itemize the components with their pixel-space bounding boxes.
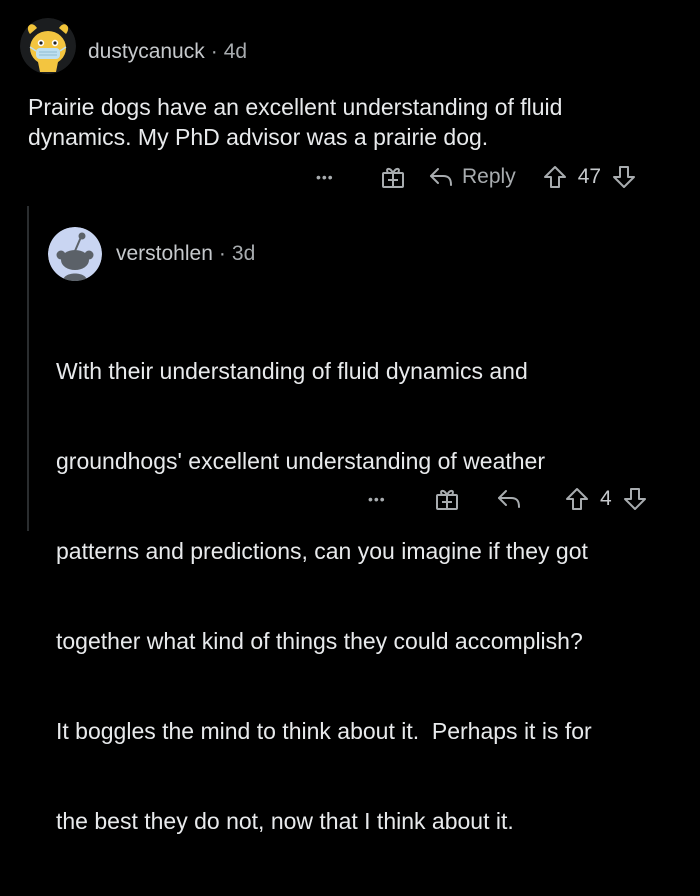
comment-meta: dustycanuck · 4d bbox=[88, 40, 247, 64]
more-options-button[interactable]: ••• bbox=[368, 491, 434, 507]
reply-arrow-icon bbox=[428, 166, 454, 188]
comment-body-line: together what kind of things they could … bbox=[56, 628, 583, 654]
comment-body-line: dynamics. My PhD advisor was a prairie d… bbox=[28, 124, 489, 150]
vote-count: 4 bbox=[600, 487, 612, 510]
avatar-dustycanuck[interactable] bbox=[20, 18, 76, 74]
comment-body-line: the best they do not, now that I think a… bbox=[56, 808, 514, 834]
thread-line[interactable] bbox=[27, 206, 29, 531]
downvote-arrow-icon[interactable] bbox=[622, 486, 648, 512]
more-options-button[interactable]: ••• bbox=[316, 169, 380, 185]
downvote-arrow-icon[interactable] bbox=[611, 164, 637, 190]
comment-body-line: With their understanding of fluid dynami… bbox=[56, 358, 528, 384]
gift-icon[interactable] bbox=[434, 486, 460, 512]
reply-arrow-icon[interactable] bbox=[496, 488, 522, 510]
username[interactable]: verstohlen bbox=[116, 242, 213, 265]
comment-body-line: patterns and predictions, can you imagin… bbox=[56, 538, 588, 564]
username[interactable]: dustycanuck bbox=[88, 40, 205, 63]
upvote-arrow-icon[interactable] bbox=[542, 164, 568, 190]
comment-age: 3d bbox=[231, 242, 256, 265]
comment-body-line: It boggles the mind to think about it. P… bbox=[56, 718, 592, 744]
reply-label: Reply bbox=[462, 165, 516, 188]
comment-actions: ••• Reply 47 bbox=[316, 162, 637, 192]
vote-count: 47 bbox=[577, 165, 602, 188]
comment-body-line: groundhogs' excellent understanding of w… bbox=[56, 448, 546, 474]
comment-body: Prairie dogs have an excellent understan… bbox=[28, 92, 678, 152]
reply-button[interactable]: Reply bbox=[428, 165, 516, 189]
separator-dot: · bbox=[210, 40, 218, 63]
comment-body: With their understanding of fluid dynami… bbox=[56, 296, 696, 896]
comment-age: 4d bbox=[223, 40, 248, 63]
comment-meta: verstohlen · 3d bbox=[116, 242, 255, 266]
comment-actions: ••• 4 bbox=[368, 484, 648, 514]
comment-body-line: Prairie dogs have an excellent understan… bbox=[28, 94, 563, 120]
avatar-verstohlen[interactable] bbox=[48, 227, 102, 281]
gift-icon[interactable] bbox=[380, 164, 406, 190]
upvote-arrow-icon[interactable] bbox=[564, 486, 590, 512]
separator-dot: · bbox=[218, 242, 226, 265]
